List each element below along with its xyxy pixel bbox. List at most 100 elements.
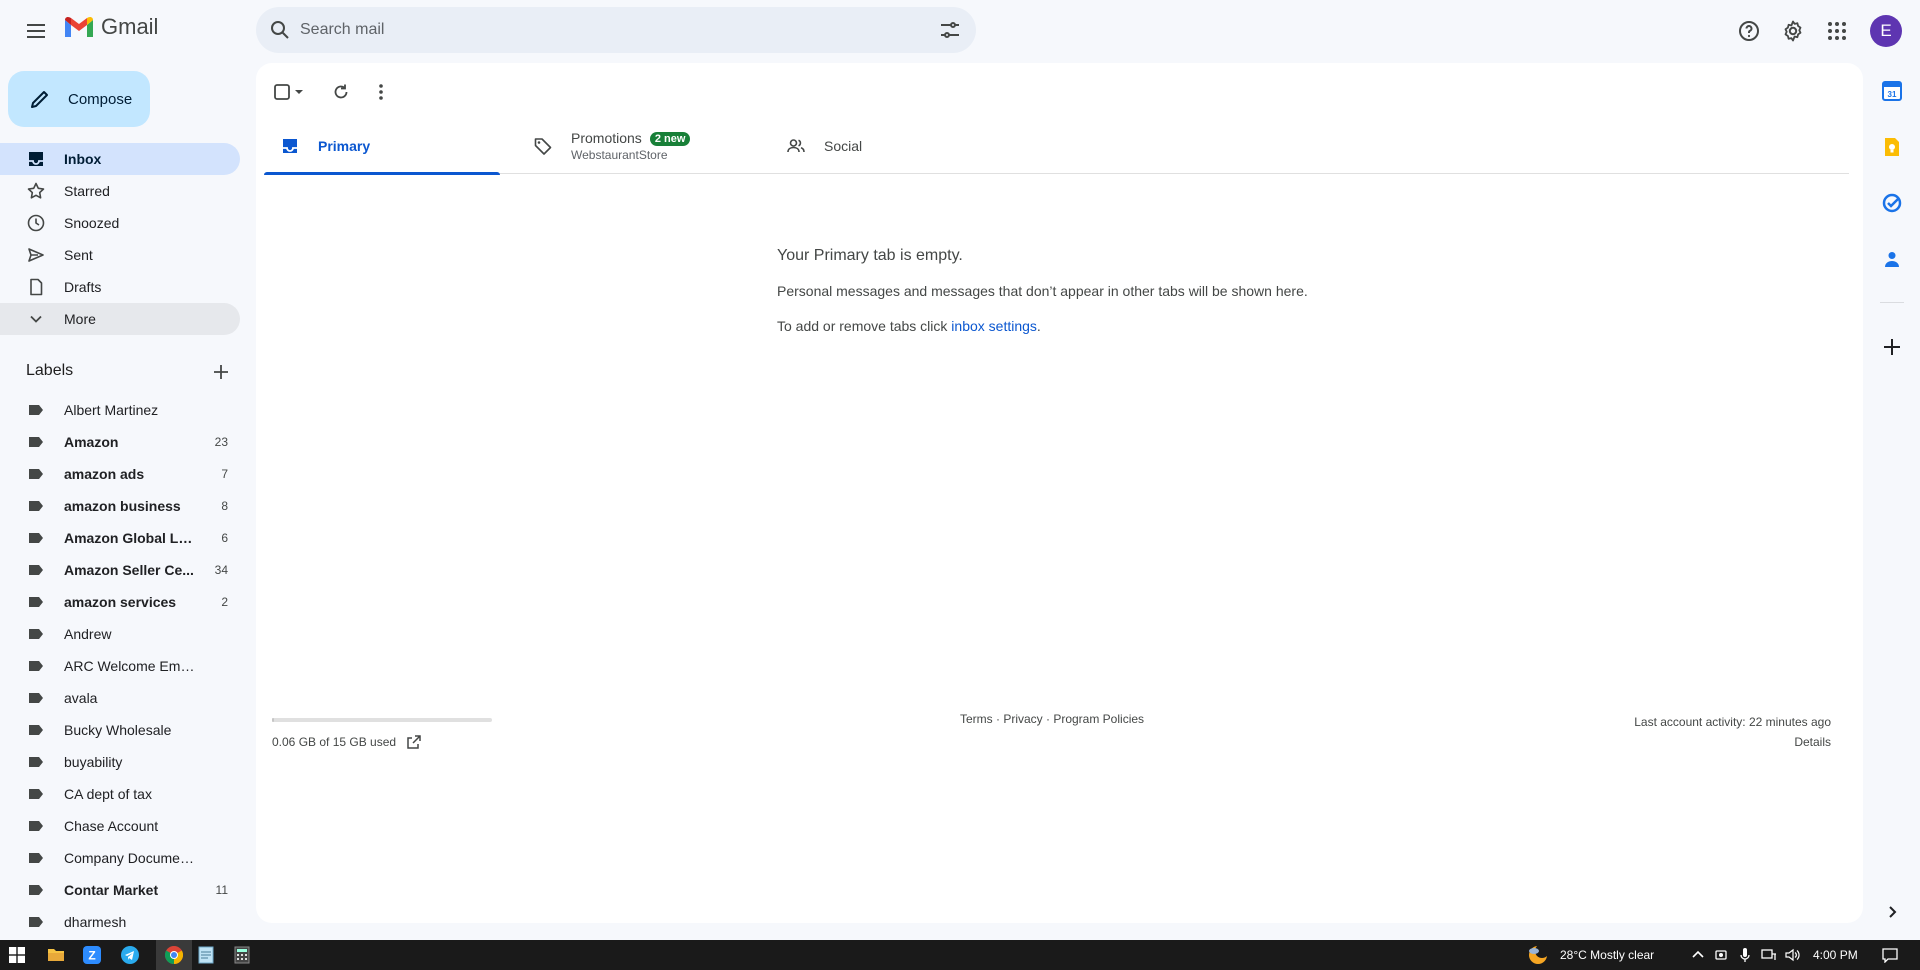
main-menu-button[interactable]: [18, 13, 54, 49]
label-unread-count: 11: [215, 883, 228, 897]
show-hidden-icons-button[interactable]: [1686, 943, 1710, 967]
label-item[interactable]: Albert Martinez: [0, 394, 240, 426]
new-count-badge: 2 new: [649, 132, 691, 146]
file-explorer-button[interactable]: [44, 943, 68, 967]
tab-promotions[interactable]: Promotions 2 new WebstaurantStore: [517, 118, 753, 174]
clock-time[interactable]: 4:00 PM: [1813, 948, 1858, 962]
nav-label: Snoozed: [64, 215, 120, 231]
search-options-icon[interactable]: [938, 18, 962, 42]
inbox-settings-link[interactable]: inbox settings: [951, 318, 1037, 334]
nav-item-drafts[interactable]: Drafts: [0, 271, 240, 303]
tab-primary[interactable]: Primary: [264, 118, 500, 175]
label-item[interactable]: Company Documents: [0, 842, 240, 874]
label-item[interactable]: ARC Welcome Emails: [0, 650, 240, 682]
search-input[interactable]: [300, 7, 900, 53]
notifications-button[interactable]: [1878, 943, 1902, 967]
account-activity: Last account activity: 22 minutes ago De…: [1634, 712, 1831, 752]
label-item[interactable]: Amazon Seller Ce... 34: [0, 554, 240, 586]
label-icon: [26, 624, 46, 644]
refresh-button[interactable]: [324, 75, 358, 109]
label-item[interactable]: Andrew: [0, 618, 240, 650]
calendar-app-button[interactable]: 31: [1878, 77, 1906, 105]
label-item[interactable]: amazon ads 7: [0, 458, 240, 490]
label-item[interactable]: amazon business 8: [0, 490, 240, 522]
windows-taskbar: Z 28°C Mostly clear 4:00 PM: [0, 940, 1920, 970]
label-icon: [26, 560, 46, 580]
nav-label: Sent: [64, 247, 93, 263]
settings-button[interactable]: [1775, 13, 1811, 49]
account-avatar[interactable]: E: [1870, 15, 1902, 47]
checkbox-icon: [272, 82, 308, 102]
label-item[interactable]: Amazon 23: [0, 426, 240, 458]
label-item[interactable]: dharmesh: [0, 906, 240, 938]
last-activity: Last account activity: 22 minutes ago: [1634, 715, 1831, 729]
open-in-new-icon[interactable]: [406, 734, 422, 750]
storage-info: 0.06 GB of 15 GB used: [272, 734, 422, 750]
volume-button[interactable]: [1781, 943, 1805, 967]
calculator-app-button[interactable]: [230, 943, 254, 967]
footer-links[interactable]: Terms · Privacy · Program Policies: [960, 712, 1144, 726]
search-icon[interactable]: [268, 18, 292, 42]
start-button[interactable]: [5, 943, 29, 967]
label-item[interactable]: Bucky Wholesale: [0, 714, 240, 746]
label-icon: [26, 784, 46, 804]
search-bar[interactable]: [256, 7, 976, 53]
contacts-icon: [1881, 248, 1903, 270]
more-options-button[interactable]: [364, 75, 398, 109]
label-item[interactable]: CA dept of tax: [0, 778, 240, 810]
get-addons-button[interactable]: [1878, 333, 1906, 361]
nav-item-more[interactable]: More: [0, 303, 240, 335]
tab-label: Social: [824, 138, 863, 154]
hint-prefix: To add or remove tabs click: [777, 318, 952, 334]
select-checkbox-dropdown[interactable]: [270, 75, 310, 109]
label-name: Contar Market: [64, 882, 159, 898]
nav-item-sent[interactable]: Sent: [0, 239, 240, 271]
label-icon: [26, 432, 46, 452]
empty-state-description: Personal messages and messages that don’…: [777, 283, 1308, 299]
tag-icon: [533, 136, 553, 156]
label-unread-count: 6: [221, 531, 228, 545]
label-item[interactable]: Contar Market 11: [0, 874, 240, 906]
label-unread-count: 7: [221, 467, 228, 481]
category-tabs: Primary Promotions 2 new WebstaurantStore…: [264, 118, 1849, 175]
label-item[interactable]: amazon services 2: [0, 586, 240, 618]
network-button[interactable]: [1757, 943, 1781, 967]
windows-logo-icon: [9, 947, 25, 963]
hamburger-icon: [24, 19, 48, 43]
plus-icon: [212, 363, 230, 381]
draft-icon: [26, 277, 46, 297]
label-item[interactable]: avala: [0, 682, 240, 714]
notepad-app-button[interactable]: [194, 943, 218, 967]
tab-label: Promotions: [571, 130, 642, 146]
label-name: Amazon Global Lo...: [64, 530, 198, 546]
label-item[interactable]: Amazon Global Lo... 6: [0, 522, 240, 554]
create-label-button[interactable]: [209, 360, 233, 384]
telegram-app-button[interactable]: [118, 943, 142, 967]
nav-item-starred[interactable]: Starred: [0, 175, 240, 207]
keep-app-button[interactable]: [1878, 133, 1906, 161]
gmail-logo[interactable]: Gmail: [63, 14, 158, 40]
google-apps-button[interactable]: [1819, 13, 1855, 49]
compose-button[interactable]: Compose: [8, 71, 150, 127]
label-name: CA dept of tax: [64, 786, 152, 802]
zoom-app-button[interactable]: Z: [80, 943, 104, 967]
label-item[interactable]: buyability: [0, 746, 240, 778]
camera-icon: [1714, 948, 1728, 962]
microphone-button[interactable]: [1733, 943, 1757, 967]
nav-item-inbox[interactable]: Inbox: [0, 143, 240, 175]
chrome-app-button[interactable]: [162, 943, 186, 967]
meet-now-button[interactable]: [1709, 943, 1733, 967]
notification-icon: [1882, 947, 1898, 963]
weather-text[interactable]: 28°C Mostly clear: [1560, 948, 1654, 962]
tab-social[interactable]: Social: [770, 118, 1006, 174]
show-side-panel-button[interactable]: [1878, 898, 1906, 926]
label-item[interactable]: Chase Account: [0, 810, 240, 842]
contacts-app-button[interactable]: [1878, 245, 1906, 273]
label-name: amazon business: [64, 498, 181, 514]
folder-icon: [47, 947, 65, 963]
nav-item-snoozed[interactable]: Snoozed: [0, 207, 240, 239]
support-button[interactable]: [1731, 13, 1767, 49]
weather-widget[interactable]: [1526, 943, 1550, 967]
details-link[interactable]: Details: [1634, 732, 1831, 752]
tasks-app-button[interactable]: [1878, 189, 1906, 217]
